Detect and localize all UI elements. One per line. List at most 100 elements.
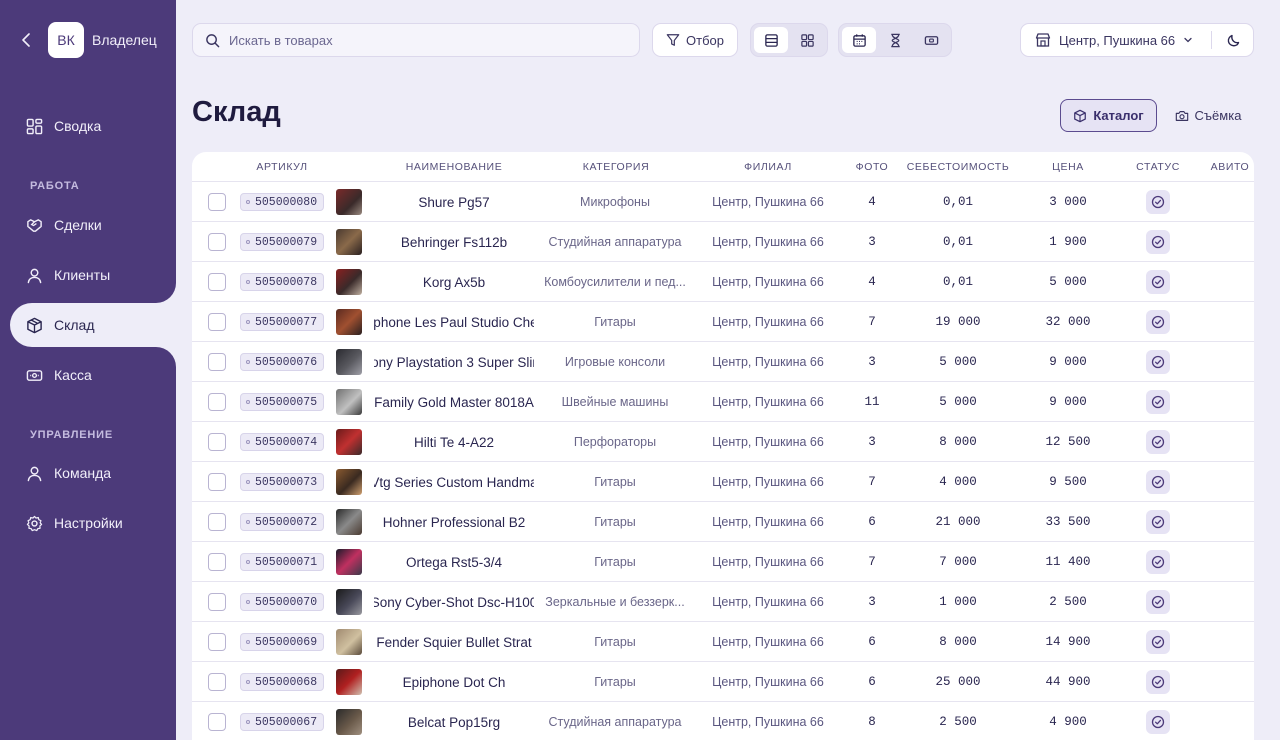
product-thumbnail[interactable]	[336, 269, 362, 295]
status-check-icon[interactable]	[1146, 270, 1170, 294]
product-thumbnail[interactable]	[336, 349, 362, 375]
status-check-icon[interactable]	[1146, 550, 1170, 574]
search-input[interactable]	[229, 32, 609, 48]
status-check-icon[interactable]	[1146, 470, 1170, 494]
catalog-button[interactable]: Каталог	[1060, 99, 1157, 132]
table-row[interactable]: 505000070 Sony Cyber-Shot Dsc-H100 Зеркаль…	[192, 582, 1254, 622]
status-check-icon[interactable]	[1146, 310, 1170, 334]
table-row[interactable]: 505000079 Behringer Fs112b Студийная аппар…	[192, 222, 1254, 262]
table-row[interactable]: 505000080 Shure Pg57 Микрофоны Центр, Пушки…	[192, 182, 1254, 222]
product-name[interactable]: Hilti Te 4-A22	[374, 422, 534, 462]
photoshoot-button[interactable]: Съёмка	[1170, 99, 1246, 132]
table-row[interactable]: 505000074 Hilti Te 4-A22 Перфораторы Центр,…	[192, 422, 1254, 462]
calendar-button[interactable]	[842, 27, 876, 53]
sidebar-item-summary[interactable]: Сводка	[10, 105, 176, 147]
sku-badge[interactable]: 505000070	[240, 593, 324, 611]
product-name[interactable]: Ortega Rst5-3/4	[374, 542, 534, 582]
table-row[interactable]: 505000071 Ortega Rst5-3/4 Гитары Центр, Пуш…	[192, 542, 1254, 582]
status-check-icon[interactable]	[1146, 230, 1170, 254]
row-checkbox[interactable]	[208, 313, 226, 331]
product-name[interactable]: Hohner Professional B2	[374, 502, 534, 542]
table-row[interactable]: 505000077 iphone Les Paul Studio Che Гитар…	[192, 302, 1254, 342]
sku-badge[interactable]: 505000080	[240, 193, 324, 211]
status-check-icon[interactable]	[1146, 630, 1170, 654]
row-checkbox[interactable]	[208, 193, 226, 211]
sku-badge[interactable]: 505000067	[240, 713, 324, 731]
table-row[interactable]: 505000073 Vtg Series Custom Handma Гитары Ц…	[192, 462, 1254, 502]
filter-button[interactable]: Отбор	[652, 23, 738, 57]
column-header-category[interactable]: КАТЕГОРИЯ	[583, 161, 650, 173]
row-checkbox[interactable]	[208, 433, 226, 451]
sku-badge[interactable]: 505000079	[240, 233, 324, 251]
row-checkbox[interactable]	[208, 633, 226, 651]
sku-badge[interactable]: 505000068	[240, 673, 324, 691]
row-checkbox[interactable]	[208, 513, 226, 531]
column-header-status[interactable]: СТАТУС	[1136, 161, 1180, 173]
row-checkbox[interactable]	[208, 353, 226, 371]
grid-view-button[interactable]	[790, 27, 824, 53]
sku-badge[interactable]: 505000072	[240, 513, 324, 531]
column-header-cost[interactable]: СЕБЕСТОИМОСТЬ	[907, 161, 1010, 173]
sku-badge[interactable]: 505000069	[240, 633, 324, 651]
product-thumbnail[interactable]	[336, 669, 362, 695]
sidebar-item-deals[interactable]: Сделки	[10, 204, 176, 246]
product-name[interactable]: ony Playstation 3 Super Slir	[374, 342, 534, 382]
status-check-icon[interactable]	[1146, 510, 1170, 534]
product-thumbnail[interactable]	[336, 629, 362, 655]
table-row[interactable]: 505000068 Epiphone Dot Ch Гитары Центр, Пуш…	[192, 662, 1254, 702]
branch-selector[interactable]: Центр, Пушкина 66	[1020, 23, 1254, 57]
search-box[interactable]	[192, 23, 640, 57]
product-thumbnail[interactable]	[336, 429, 362, 455]
product-name[interactable]: Belcat Pop15rg	[374, 702, 534, 740]
product-thumbnail[interactable]	[336, 509, 362, 535]
column-header-avito[interactable]: АВИТО	[1211, 161, 1250, 173]
table-row[interactable]: 505000075 Family Gold Master 8018A Швейные…	[192, 382, 1254, 422]
sku-badge[interactable]: 505000077	[240, 313, 324, 331]
product-thumbnail[interactable]	[336, 709, 362, 735]
sidebar-item-settings[interactable]: Настройки	[10, 502, 176, 544]
sidebar-item-clients[interactable]: Клиенты	[10, 254, 176, 296]
product-thumbnail[interactable]	[336, 589, 362, 615]
row-checkbox[interactable]	[208, 273, 226, 291]
column-header-price[interactable]: ЦЕНА	[1052, 161, 1084, 173]
row-checkbox[interactable]	[208, 713, 226, 731]
status-check-icon[interactable]	[1146, 350, 1170, 374]
column-header-sku[interactable]: АРТИКУЛ	[256, 161, 307, 173]
product-name[interactable]: Korg Ax5b	[374, 262, 534, 302]
product-thumbnail[interactable]	[336, 309, 362, 335]
sidebar-item-team[interactable]: Команда	[10, 452, 176, 494]
product-name[interactable]: Shure Pg57	[374, 182, 534, 222]
sidebar-item-warehouse[interactable]: Склад	[10, 303, 176, 347]
ticket-button[interactable]	[914, 27, 948, 53]
product-thumbnail[interactable]	[336, 389, 362, 415]
product-name[interactable]: Behringer Fs112b	[374, 222, 534, 262]
avatar[interactable]: ВК	[48, 22, 84, 58]
moon-icon[interactable]	[1226, 32, 1242, 48]
user-name[interactable]: Владелец	[92, 32, 157, 48]
status-check-icon[interactable]	[1146, 430, 1170, 454]
hourglass-button[interactable]	[878, 27, 912, 53]
sku-badge[interactable]: 505000074	[240, 433, 324, 451]
sku-badge[interactable]: 505000078	[240, 273, 324, 291]
product-name[interactable]: Family Gold Master 8018A	[374, 382, 534, 422]
status-check-icon[interactable]	[1146, 590, 1170, 614]
sku-badge[interactable]: 505000075	[240, 393, 324, 411]
table-row[interactable]: 505000067 Belcat Pop15rg Студийная аппарат…	[192, 702, 1254, 740]
status-check-icon[interactable]	[1146, 710, 1170, 734]
list-view-button[interactable]	[754, 27, 788, 53]
row-checkbox[interactable]	[208, 393, 226, 411]
row-checkbox[interactable]	[208, 593, 226, 611]
row-checkbox[interactable]	[208, 473, 226, 491]
sku-badge[interactable]: 505000073	[240, 473, 324, 491]
row-checkbox[interactable]	[208, 673, 226, 691]
sku-badge[interactable]: 505000071	[240, 553, 324, 571]
table-row[interactable]: 505000076 ony Playstation 3 Super Slir Игр…	[192, 342, 1254, 382]
back-chevron-icon[interactable]	[20, 31, 32, 49]
status-check-icon[interactable]	[1146, 390, 1170, 414]
product-name[interactable]: Fender Squier Bullet Strat	[374, 622, 534, 662]
product-thumbnail[interactable]	[336, 469, 362, 495]
product-thumbnail[interactable]	[336, 229, 362, 255]
product-thumbnail[interactable]	[336, 549, 362, 575]
row-checkbox[interactable]	[208, 233, 226, 251]
status-check-icon[interactable]	[1146, 190, 1170, 214]
